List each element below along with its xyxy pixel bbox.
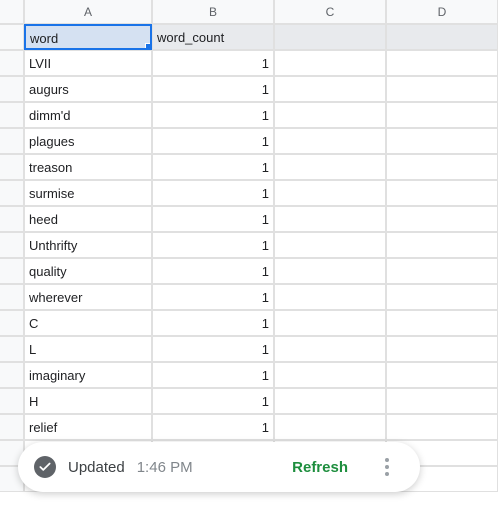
refresh-button[interactable]: Refresh (282, 451, 358, 484)
cell-word[interactable]: LVII (24, 50, 152, 76)
cell-word[interactable]: quality (24, 258, 152, 284)
row-header[interactable] (0, 102, 24, 128)
row-header[interactable] (0, 414, 24, 440)
cell-word[interactable]: wherever (24, 284, 152, 310)
cell-empty[interactable] (386, 180, 498, 206)
status-toast: Updated 1:46 PM Refresh (18, 442, 420, 492)
cell-empty[interactable] (274, 310, 386, 336)
cell-word-count[interactable]: 1 (152, 206, 274, 232)
cell-word-count[interactable]: 1 (152, 336, 274, 362)
cell-empty[interactable] (386, 206, 498, 232)
cell-empty[interactable] (274, 414, 386, 440)
cell-b1[interactable]: word_count (152, 24, 274, 50)
cell-word-count[interactable]: 1 (152, 50, 274, 76)
row-header[interactable] (0, 232, 24, 258)
cell-word[interactable]: dimm'd (24, 102, 152, 128)
cell-word-count[interactable]: 1 (152, 362, 274, 388)
row-header[interactable] (0, 180, 24, 206)
more-options-icon[interactable] (370, 450, 404, 484)
cell-word-count[interactable]: 1 (152, 232, 274, 258)
cell-empty[interactable] (274, 206, 386, 232)
row-header[interactable] (0, 258, 24, 284)
cell-empty[interactable] (386, 76, 498, 102)
row-header[interactable] (0, 206, 24, 232)
cell-empty[interactable] (386, 258, 498, 284)
cell-empty[interactable] (274, 180, 386, 206)
cell-word[interactable]: C (24, 310, 152, 336)
cell-empty[interactable] (386, 102, 498, 128)
cell-word-count[interactable]: 1 (152, 102, 274, 128)
cell-word-count[interactable]: 1 (152, 414, 274, 440)
row-header[interactable] (0, 154, 24, 180)
cell-empty[interactable] (386, 336, 498, 362)
select-all-corner[interactable] (0, 0, 24, 24)
row-header[interactable] (0, 50, 24, 76)
row-header[interactable] (0, 24, 24, 50)
cell-empty[interactable] (386, 362, 498, 388)
cell-empty[interactable] (274, 336, 386, 362)
cell-word[interactable]: surmise (24, 180, 152, 206)
cell-empty[interactable] (386, 50, 498, 76)
cell-empty[interactable] (386, 284, 498, 310)
cell-empty[interactable] (274, 388, 386, 414)
cell-word[interactable]: H (24, 388, 152, 414)
cell-empty[interactable] (274, 76, 386, 102)
cell-word[interactable]: plagues (24, 128, 152, 154)
spreadsheet-grid[interactable]: A B C D word word_count LVII1augurs1dimm… (0, 0, 500, 492)
cell-word-count[interactable]: 1 (152, 258, 274, 284)
row-header[interactable] (0, 128, 24, 154)
row-header[interactable] (0, 310, 24, 336)
cell-empty[interactable] (274, 258, 386, 284)
row-header[interactable] (0, 76, 24, 102)
cell-empty[interactable] (386, 128, 498, 154)
cell-word-count[interactable]: 1 (152, 284, 274, 310)
cell-empty[interactable] (274, 102, 386, 128)
col-header-c[interactable]: C (274, 0, 386, 24)
cell-word[interactable]: relief (24, 414, 152, 440)
cell-word[interactable]: treason (24, 154, 152, 180)
status-time: 1:46 PM (137, 459, 193, 476)
cell-word-count[interactable]: 1 (152, 128, 274, 154)
cell-word[interactable]: heed (24, 206, 152, 232)
cell-empty[interactable] (274, 284, 386, 310)
cell-empty[interactable] (274, 128, 386, 154)
cell-word[interactable]: L (24, 336, 152, 362)
row-header[interactable] (0, 336, 24, 362)
row-header[interactable] (0, 362, 24, 388)
check-icon (34, 456, 56, 478)
cell-word-count[interactable]: 1 (152, 388, 274, 414)
cell-d1[interactable] (386, 24, 498, 50)
cell-word[interactable]: Unthrifty (24, 232, 152, 258)
cell-word-count[interactable]: 1 (152, 76, 274, 102)
col-header-b[interactable]: B (152, 0, 274, 24)
col-header-a[interactable]: A (24, 0, 152, 24)
cell-word-count[interactable]: 1 (152, 310, 274, 336)
cell-word[interactable]: imaginary (24, 362, 152, 388)
row-header[interactable] (0, 388, 24, 414)
cell-empty[interactable] (386, 310, 498, 336)
row-header[interactable] (0, 284, 24, 310)
cell-empty[interactable] (274, 154, 386, 180)
cell-empty[interactable] (386, 154, 498, 180)
cell-empty[interactable] (386, 414, 498, 440)
col-header-d[interactable]: D (386, 0, 498, 24)
cell-word-count[interactable]: 1 (152, 154, 274, 180)
cell-word-count[interactable]: 1 (152, 180, 274, 206)
cell-empty[interactable] (274, 50, 386, 76)
cell-empty[interactable] (274, 362, 386, 388)
status-label: Updated (68, 459, 125, 476)
cell-a1[interactable]: word (24, 24, 152, 50)
cell-word[interactable]: augurs (24, 76, 152, 102)
cell-empty[interactable] (386, 232, 498, 258)
cell-empty[interactable] (274, 232, 386, 258)
cell-c1[interactable] (274, 24, 386, 50)
cell-empty[interactable] (386, 388, 498, 414)
